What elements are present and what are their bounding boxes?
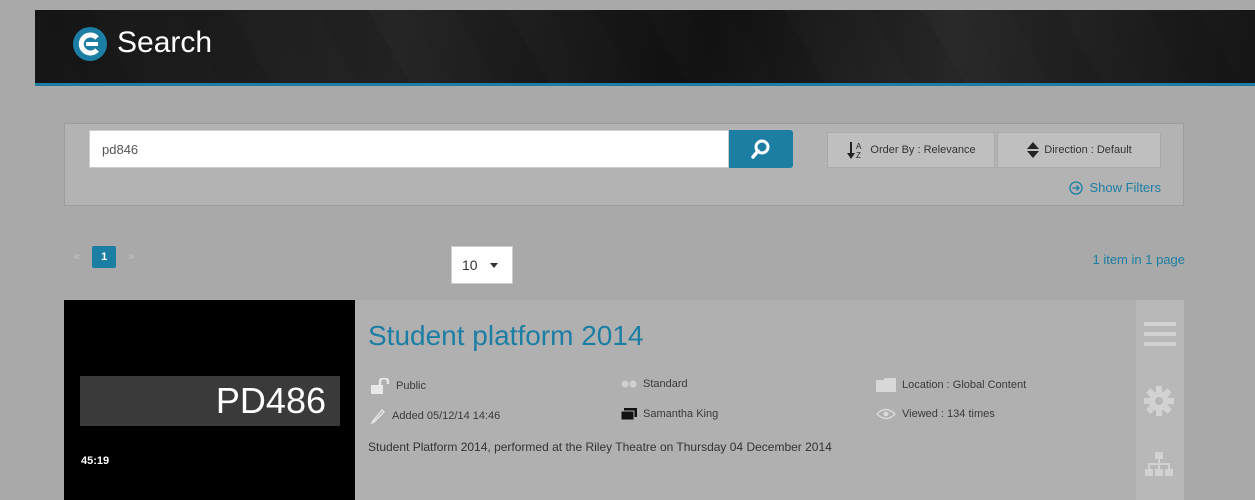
order-by-label: Order By : Relevance [870, 144, 976, 156]
location-label: Location : Global Content [902, 379, 1027, 391]
result-title-link[interactable]: Student platform 2014 [368, 320, 644, 352]
user-folder-icon [621, 408, 637, 420]
svg-text:Z: Z [856, 151, 861, 160]
search-panel: A Z Order By : Relevance Direction : Def… [64, 123, 1184, 206]
sort-alpha-icon: A Z [847, 142, 862, 160]
next-page-button[interactable]: » [128, 251, 134, 263]
added-label: Added 05/12/14 14:46 [392, 410, 501, 422]
search-input[interactable] [89, 130, 729, 168]
page-number-current[interactable]: 1 [92, 246, 117, 268]
page-title: Search [117, 26, 213, 59]
show-filters-link[interactable]: Show Filters [1069, 180, 1161, 195]
app-header: Search [35, 10, 1255, 86]
search-icon [751, 139, 770, 159]
pencil-icon [370, 408, 385, 424]
views-label: Viewed : 134 times [902, 408, 995, 420]
circles-icon [621, 380, 637, 388]
direction-button[interactable]: Direction : Default [997, 132, 1161, 168]
visibility-label: Public [396, 380, 426, 392]
per-page-select[interactable]: 10 [451, 246, 513, 284]
unlock-icon [371, 378, 390, 394]
quality-meta: Standard [621, 378, 688, 390]
hierarchy-icon[interactable] [1144, 452, 1174, 478]
result-item: PD486 45:19 Student platform 2014 Public… [64, 300, 1184, 500]
per-page-value: 10 [462, 257, 478, 273]
menu-icon[interactable] [1144, 320, 1176, 348]
gear-icon[interactable] [1144, 386, 1174, 416]
show-filters-label: Show Filters [1089, 180, 1161, 195]
caret-down-icon [489, 262, 498, 268]
result-actions [1136, 300, 1184, 500]
result-description: Student Platform 2014, performed at the … [368, 440, 832, 454]
order-by-button[interactable]: A Z Order By : Relevance [827, 132, 995, 168]
quality-label: Standard [643, 378, 688, 390]
location-meta: Location : Global Content [876, 378, 1026, 392]
direction-label: Direction : Default [1044, 144, 1132, 156]
eye-icon [876, 408, 896, 420]
owner-meta: Samantha King [621, 408, 718, 420]
prev-page-button[interactable]: « [74, 251, 80, 263]
views-meta: Viewed : 134 times [876, 408, 995, 420]
pagination: « 1 » [74, 246, 134, 268]
svg-text:A: A [856, 142, 862, 151]
video-duration: 45:19 [81, 455, 110, 467]
visibility-meta: Public [370, 378, 426, 394]
video-thumbnail[interactable]: PD486 45:19 [64, 300, 355, 500]
search-button[interactable] [729, 130, 793, 168]
logo-icon[interactable] [73, 27, 107, 61]
item-count: 1 item in 1 page [1092, 252, 1185, 267]
folder-icon [876, 378, 896, 392]
sort-direction-icon [1027, 142, 1040, 158]
added-meta: Added 05/12/14 14:46 [370, 408, 500, 424]
arrow-circle-right-icon [1069, 180, 1084, 195]
thumbnail-label: PD486 [80, 376, 340, 426]
owner-label: Samantha King [643, 408, 719, 420]
